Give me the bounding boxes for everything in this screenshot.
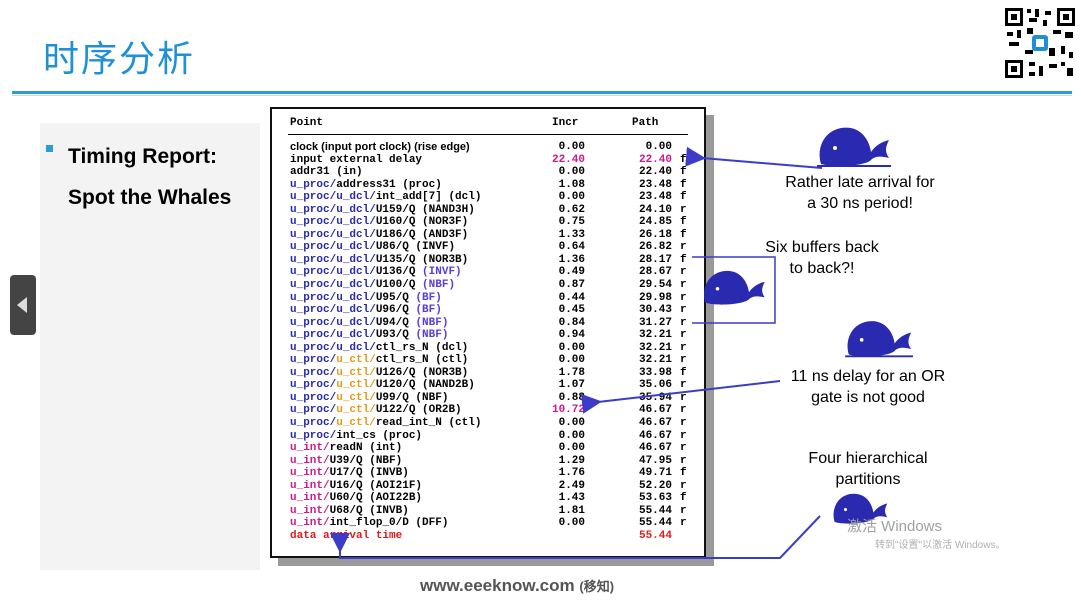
note-or-gate-line2: gate is not good	[811, 389, 925, 406]
footer-site: www.eeeknow.com (移知)	[420, 576, 614, 596]
note-buffers: Six buffers back to back?!	[722, 237, 922, 279]
note-partitions-line1: Four hierarchical	[808, 450, 928, 467]
arrow-late-arrival	[685, 146, 823, 169]
note-or-gate: 11 ns delay for an OR gate is not good	[768, 366, 968, 408]
footer-cn: (移知)	[579, 579, 615, 594]
arrow-or-gate	[580, 380, 781, 414]
windows-activation-hint: 转到"设置"以激活 Windows。	[875, 540, 1006, 551]
note-buffers-line1: Six buffers back	[765, 239, 879, 256]
windows-activation-watermark: 激活 Windows	[847, 518, 943, 535]
note-partitions-line2: partitions	[835, 471, 901, 488]
note-partitions: Four hierarchical partitions	[768, 448, 968, 490]
arrow-partitions	[330, 515, 821, 559]
footer-url: www.eeeknow.com	[420, 576, 575, 595]
note-late-arrival-line1: Rather late arrival for	[785, 174, 935, 191]
whale-icon	[817, 127, 891, 167]
note-late-arrival-line2: a 30 ns period!	[807, 195, 913, 212]
note-or-gate-line1: 11 ns delay for an OR	[790, 368, 946, 385]
note-buffers-line2: to back?!	[789, 260, 855, 277]
note-late-arrival: Rather late arrival for a 30 ns period!	[760, 172, 960, 214]
whale-icon	[845, 321, 913, 358]
